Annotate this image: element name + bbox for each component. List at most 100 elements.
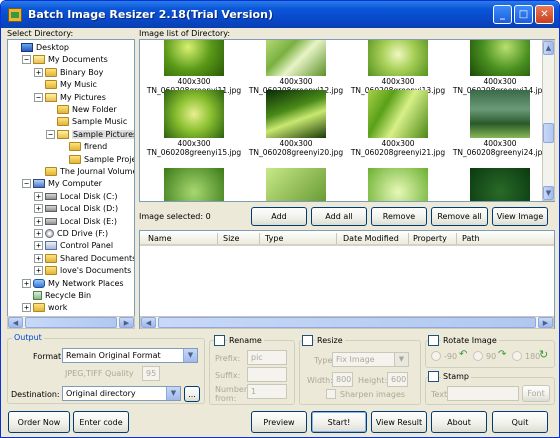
quality-input[interactable]: 95 xyxy=(142,366,160,381)
collapse-icon[interactable]: − xyxy=(34,92,43,102)
rotate-checkbox[interactable] xyxy=(428,335,439,346)
add-button[interactable]: Add xyxy=(251,207,307,226)
scroll-thumb[interactable] xyxy=(543,123,554,143)
preview-button[interactable]: Preview xyxy=(251,411,307,433)
column-type[interactable]: Type xyxy=(265,234,283,243)
tree-node[interactable]: + love's Documents xyxy=(34,265,131,276)
height-input[interactable]: 600 xyxy=(387,372,408,387)
tree-node[interactable]: − My Documents xyxy=(22,54,108,65)
tree-node[interactable]: Sample Music xyxy=(46,116,127,127)
tree-node[interactable]: + Control Panel xyxy=(34,240,113,251)
tree-node[interactable]: − My Pictures xyxy=(34,92,106,103)
column-size[interactable]: Size xyxy=(223,234,239,243)
collapse-icon[interactable]: − xyxy=(46,129,55,139)
view-image-button[interactable]: View Image xyxy=(492,207,548,226)
tree-node[interactable]: The Journal Volumes xyxy=(34,166,134,177)
browse-button[interactable]: ... xyxy=(184,386,200,402)
expand-icon[interactable]: + xyxy=(34,204,43,214)
tree-node[interactable]: + Local Disk (C:) xyxy=(34,191,118,202)
expand-icon[interactable]: + xyxy=(22,278,31,288)
scroll-left-icon[interactable]: ◀ xyxy=(141,317,156,328)
thumbnail-image[interactable] xyxy=(164,168,224,201)
thumbnail-image[interactable] xyxy=(266,168,326,201)
chevron-down-icon[interactable]: ▼ xyxy=(166,387,180,400)
image-grid[interactable]: 400x300TN_060208greenyi11.jpg400x300TN_0… xyxy=(139,39,555,202)
stamp-text-input[interactable] xyxy=(447,386,519,401)
image-thumbnail[interactable]: 400x300 TN_060208greenyi15.jpg xyxy=(144,90,244,157)
scroll-thumb[interactable] xyxy=(158,317,536,328)
tree-node[interactable]: + Binary Boy xyxy=(34,67,103,78)
tree-node[interactable]: − Sample Pictures xyxy=(46,129,134,140)
resize-type-select[interactable]: Fix Image ▼ xyxy=(332,352,409,367)
stamp-checkbox[interactable] xyxy=(428,371,439,382)
image-thumbnail[interactable]: 400x300 TN_060208greenyi20.jpg xyxy=(246,90,346,157)
order-now-button[interactable]: Order Now xyxy=(8,411,70,433)
minimize-button[interactable]: _ xyxy=(493,5,512,24)
expand-icon[interactable]: + xyxy=(34,216,43,226)
resize-checkbox[interactable] xyxy=(302,335,313,346)
tree-node[interactable]: − My Computer xyxy=(22,178,102,189)
title-bar[interactable]: Batch Image Resizer 2.18(Trial Version) … xyxy=(1,1,559,28)
tree-node[interactable]: Recycle Bin xyxy=(22,290,91,301)
image-thumbnail[interactable]: 400x300TN_060208greenyi11.jpg xyxy=(144,40,244,95)
number-input[interactable]: 1 xyxy=(247,384,287,399)
prefix-input[interactable]: pic xyxy=(247,350,287,365)
list-horizontal-scrollbar[interactable]: ◀ ▶ xyxy=(140,316,554,329)
selected-files-list[interactable]: Name Size Type Date Modified Property Pa… xyxy=(139,230,555,329)
scroll-right-icon[interactable]: ▶ xyxy=(538,317,553,328)
tree-node[interactable]: Desktop xyxy=(10,42,69,53)
tree-node[interactable]: + Local Disk (D:) xyxy=(34,203,118,214)
image-grid-scrollbar[interactable]: ▲ ▼ xyxy=(542,40,555,201)
sharpen-checkbox[interactable] xyxy=(326,389,336,399)
chevron-down-icon[interactable]: ▼ xyxy=(394,353,408,366)
image-thumbnail[interactable]: 400x300 TN_060208greenyi24.jpg xyxy=(450,90,550,157)
column-date-modified[interactable]: Date Modified xyxy=(343,234,399,243)
image-thumbnail[interactable]: 400x300TN_060208greenyi14.jpg xyxy=(450,40,550,95)
expand-icon[interactable]: + xyxy=(34,191,43,201)
tree-node[interactable]: + My Network Places xyxy=(22,278,124,289)
about-button[interactable]: About xyxy=(431,411,487,433)
image-thumbnail[interactable]: 400x300 TN_060208greenyi21.jpg xyxy=(348,90,448,157)
scroll-left-icon[interactable]: ◀ xyxy=(8,317,23,328)
column-name[interactable]: Name xyxy=(148,234,172,243)
tree-node[interactable]: + CD Drive (F:) xyxy=(34,228,108,239)
font-button[interactable]: Font xyxy=(522,385,550,402)
expand-icon[interactable]: + xyxy=(34,253,43,263)
view-result-button[interactable]: View Result xyxy=(371,411,427,433)
format-select[interactable]: Remain Original Format ▼ xyxy=(62,348,198,363)
expand-icon[interactable]: + xyxy=(22,303,31,313)
expand-icon[interactable]: + xyxy=(34,229,43,238)
suffix-input[interactable] xyxy=(247,367,287,382)
tree-node[interactable]: New Folder xyxy=(46,104,117,115)
scroll-down-icon[interactable]: ▼ xyxy=(543,186,554,200)
tree-node[interactable]: My Music xyxy=(34,79,97,90)
image-thumbnail[interactable]: 400x300TN_060208greenyi12.jpg xyxy=(246,40,346,95)
quit-button[interactable]: Quit xyxy=(492,411,548,433)
destination-select[interactable]: Original directory ▼ xyxy=(62,386,181,401)
scroll-thumb[interactable] xyxy=(25,317,117,328)
tree-node[interactable]: + work xyxy=(22,302,67,313)
directory-tree[interactable]: Desktop − My Documents + Binary Boy My Music −… xyxy=(7,39,135,329)
thumbnail-image[interactable] xyxy=(470,168,530,201)
rotate-90-radio[interactable] xyxy=(473,351,483,361)
enter-code-button[interactable]: Enter code xyxy=(73,411,129,433)
thumbnail-image[interactable] xyxy=(368,168,428,201)
add-all-button[interactable]: Add all xyxy=(311,207,367,226)
collapse-icon[interactable]: − xyxy=(22,179,31,189)
scroll-right-icon[interactable]: ▶ xyxy=(119,317,134,328)
remove-button[interactable]: Remove xyxy=(371,207,427,226)
remove-all-button[interactable]: Remove all xyxy=(431,207,488,226)
expand-icon[interactable]: + xyxy=(34,266,43,276)
rotate-180-radio[interactable] xyxy=(512,351,522,361)
expand-icon[interactable]: + xyxy=(34,241,43,251)
collapse-icon[interactable]: − xyxy=(22,55,31,65)
chevron-down-icon[interactable]: ▼ xyxy=(183,349,197,362)
scroll-up-icon[interactable]: ▲ xyxy=(543,41,554,55)
rename-checkbox[interactable] xyxy=(214,335,225,346)
tree-horizontal-scrollbar[interactable]: ◀ ▶ xyxy=(7,316,135,329)
tree-node[interactable]: + Shared Documents xyxy=(34,253,134,264)
image-thumbnail[interactable]: 400x300TN_060208greenyi13.jpg xyxy=(348,40,448,95)
width-input[interactable]: 800 xyxy=(332,372,353,387)
column-property[interactable]: Property xyxy=(413,234,447,243)
close-button[interactable]: ✕ xyxy=(535,5,554,24)
